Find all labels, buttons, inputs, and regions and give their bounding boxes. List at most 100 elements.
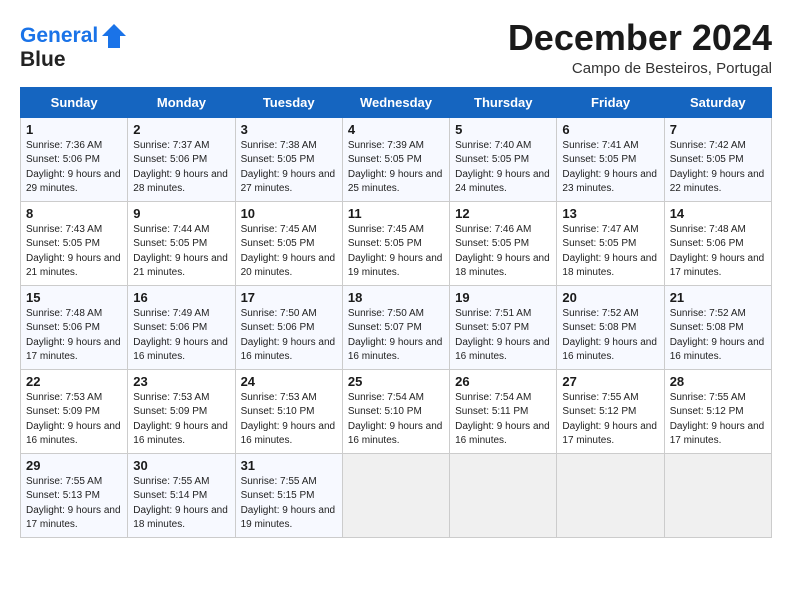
day-info: Sunrise: 7:50 AM Sunset: 5:06 PM Dayligh…	[241, 307, 337, 365]
calendar-cell: 21 Sunrise: 7:52 AM Sunset: 5:08 PM Dayl…	[664, 285, 771, 369]
calendar-cell: 27 Sunrise: 7:55 AM Sunset: 5:12 PM Dayl…	[557, 369, 664, 453]
day-info: Sunrise: 7:55 AM Sunset: 5:12 PM Dayligh…	[670, 391, 766, 449]
calendar-cell: 19 Sunrise: 7:51 AM Sunset: 5:07 PM Dayl…	[450, 285, 557, 369]
day-info: Sunrise: 7:55 AM Sunset: 5:12 PM Dayligh…	[562, 391, 658, 449]
day-info: Sunrise: 7:43 AM Sunset: 5:05 PM Dayligh…	[26, 223, 122, 281]
calendar-cell	[342, 453, 449, 537]
day-number: 12	[455, 206, 551, 221]
header-monday: Monday	[128, 87, 235, 117]
day-number: 28	[670, 374, 766, 389]
day-info: Sunrise: 7:42 AM Sunset: 5:05 PM Dayligh…	[670, 139, 766, 197]
day-number: 26	[455, 374, 551, 389]
day-info: Sunrise: 7:52 AM Sunset: 5:08 PM Dayligh…	[562, 307, 658, 365]
day-info: Sunrise: 7:46 AM Sunset: 5:05 PM Dayligh…	[455, 223, 551, 281]
day-info: Sunrise: 7:48 AM Sunset: 5:06 PM Dayligh…	[26, 307, 122, 365]
day-info: Sunrise: 7:40 AM Sunset: 5:05 PM Dayligh…	[455, 139, 551, 197]
calendar-cell: 10 Sunrise: 7:45 AM Sunset: 5:05 PM Dayl…	[235, 201, 342, 285]
day-number: 11	[348, 206, 444, 221]
day-info: Sunrise: 7:54 AM Sunset: 5:10 PM Dayligh…	[348, 391, 444, 449]
day-number: 27	[562, 374, 658, 389]
month-title: December 2024	[508, 18, 772, 58]
logo-general: General	[20, 24, 98, 47]
day-info: Sunrise: 7:41 AM Sunset: 5:05 PM Dayligh…	[562, 139, 658, 197]
day-number: 20	[562, 290, 658, 305]
calendar-cell: 20 Sunrise: 7:52 AM Sunset: 5:08 PM Dayl…	[557, 285, 664, 369]
title-block: December 2024 Campo de Besteiros, Portug…	[508, 18, 772, 77]
calendar-cell: 17 Sunrise: 7:50 AM Sunset: 5:06 PM Dayl…	[235, 285, 342, 369]
day-number: 16	[133, 290, 229, 305]
calendar-week-2: 8 Sunrise: 7:43 AM Sunset: 5:05 PM Dayli…	[21, 201, 772, 285]
day-number: 23	[133, 374, 229, 389]
calendar-cell: 16 Sunrise: 7:49 AM Sunset: 5:06 PM Dayl…	[128, 285, 235, 369]
day-info: Sunrise: 7:50 AM Sunset: 5:07 PM Dayligh…	[348, 307, 444, 365]
day-number: 21	[670, 290, 766, 305]
calendar-cell	[557, 453, 664, 537]
calendar-cell: 22 Sunrise: 7:53 AM Sunset: 5:09 PM Dayl…	[21, 369, 128, 453]
day-number: 2	[133, 122, 229, 137]
calendar-week-1: 1 Sunrise: 7:36 AM Sunset: 5:06 PM Dayli…	[21, 117, 772, 201]
weekday-header-row: Sunday Monday Tuesday Wednesday Thursday…	[21, 87, 772, 117]
calendar-cell: 4 Sunrise: 7:39 AM Sunset: 5:05 PM Dayli…	[342, 117, 449, 201]
calendar-cell: 15 Sunrise: 7:48 AM Sunset: 5:06 PM Dayl…	[21, 285, 128, 369]
day-info: Sunrise: 7:45 AM Sunset: 5:05 PM Dayligh…	[348, 223, 444, 281]
day-info: Sunrise: 7:54 AM Sunset: 5:11 PM Dayligh…	[455, 391, 551, 449]
calendar-cell: 14 Sunrise: 7:48 AM Sunset: 5:06 PM Dayl…	[664, 201, 771, 285]
day-info: Sunrise: 7:47 AM Sunset: 5:05 PM Dayligh…	[562, 223, 658, 281]
calendar-cell: 3 Sunrise: 7:38 AM Sunset: 5:05 PM Dayli…	[235, 117, 342, 201]
calendar-cell: 29 Sunrise: 7:55 AM Sunset: 5:13 PM Dayl…	[21, 453, 128, 537]
calendar-cell: 24 Sunrise: 7:53 AM Sunset: 5:10 PM Dayl…	[235, 369, 342, 453]
day-number: 30	[133, 458, 229, 473]
day-number: 9	[133, 206, 229, 221]
calendar-table: Sunday Monday Tuesday Wednesday Thursday…	[20, 87, 772, 538]
calendar-cell: 28 Sunrise: 7:55 AM Sunset: 5:12 PM Dayl…	[664, 369, 771, 453]
calendar-week-5: 29 Sunrise: 7:55 AM Sunset: 5:13 PM Dayl…	[21, 453, 772, 537]
day-info: Sunrise: 7:48 AM Sunset: 5:06 PM Dayligh…	[670, 223, 766, 281]
calendar-cell: 5 Sunrise: 7:40 AM Sunset: 5:05 PM Dayli…	[450, 117, 557, 201]
day-number: 17	[241, 290, 337, 305]
day-number: 7	[670, 122, 766, 137]
day-info: Sunrise: 7:49 AM Sunset: 5:06 PM Dayligh…	[133, 307, 229, 365]
header: General Blue December 2024 Campo de Best…	[20, 18, 772, 77]
day-info: Sunrise: 7:39 AM Sunset: 5:05 PM Dayligh…	[348, 139, 444, 197]
day-number: 8	[26, 206, 122, 221]
calendar-cell: 30 Sunrise: 7:55 AM Sunset: 5:14 PM Dayl…	[128, 453, 235, 537]
day-number: 3	[241, 122, 337, 137]
day-info: Sunrise: 7:53 AM Sunset: 5:09 PM Dayligh…	[133, 391, 229, 449]
day-info: Sunrise: 7:53 AM Sunset: 5:10 PM Dayligh…	[241, 391, 337, 449]
day-info: Sunrise: 7:51 AM Sunset: 5:07 PM Dayligh…	[455, 307, 551, 365]
day-info: Sunrise: 7:53 AM Sunset: 5:09 PM Dayligh…	[26, 391, 122, 449]
calendar-cell: 2 Sunrise: 7:37 AM Sunset: 5:06 PM Dayli…	[128, 117, 235, 201]
calendar-cell: 8 Sunrise: 7:43 AM Sunset: 5:05 PM Dayli…	[21, 201, 128, 285]
calendar-cell: 31 Sunrise: 7:55 AM Sunset: 5:15 PM Dayl…	[235, 453, 342, 537]
calendar-cell: 18 Sunrise: 7:50 AM Sunset: 5:07 PM Dayl…	[342, 285, 449, 369]
day-info: Sunrise: 7:55 AM Sunset: 5:14 PM Dayligh…	[133, 475, 229, 533]
header-sunday: Sunday	[21, 87, 128, 117]
day-info: Sunrise: 7:55 AM Sunset: 5:15 PM Dayligh…	[241, 475, 337, 533]
calendar-cell: 23 Sunrise: 7:53 AM Sunset: 5:09 PM Dayl…	[128, 369, 235, 453]
header-thursday: Thursday	[450, 87, 557, 117]
day-info: Sunrise: 7:36 AM Sunset: 5:06 PM Dayligh…	[26, 139, 122, 197]
header-tuesday: Tuesday	[235, 87, 342, 117]
calendar-cell: 25 Sunrise: 7:54 AM Sunset: 5:10 PM Dayl…	[342, 369, 449, 453]
calendar-cell: 11 Sunrise: 7:45 AM Sunset: 5:05 PM Dayl…	[342, 201, 449, 285]
day-number: 14	[670, 206, 766, 221]
calendar-cell: 13 Sunrise: 7:47 AM Sunset: 5:05 PM Dayl…	[557, 201, 664, 285]
day-number: 15	[26, 290, 122, 305]
logo: General Blue	[20, 22, 128, 71]
day-number: 24	[241, 374, 337, 389]
logo-blue: Blue	[20, 48, 128, 71]
calendar-cell: 6 Sunrise: 7:41 AM Sunset: 5:05 PM Dayli…	[557, 117, 664, 201]
day-number: 18	[348, 290, 444, 305]
day-number: 6	[562, 122, 658, 137]
day-number: 25	[348, 374, 444, 389]
calendar-cell	[450, 453, 557, 537]
day-info: Sunrise: 7:38 AM Sunset: 5:05 PM Dayligh…	[241, 139, 337, 197]
calendar-cell: 7 Sunrise: 7:42 AM Sunset: 5:05 PM Dayli…	[664, 117, 771, 201]
day-number: 10	[241, 206, 337, 221]
calendar-cell: 26 Sunrise: 7:54 AM Sunset: 5:11 PM Dayl…	[450, 369, 557, 453]
calendar-cell: 9 Sunrise: 7:44 AM Sunset: 5:05 PM Dayli…	[128, 201, 235, 285]
day-number: 4	[348, 122, 444, 137]
day-info: Sunrise: 7:55 AM Sunset: 5:13 PM Dayligh…	[26, 475, 122, 533]
header-saturday: Saturday	[664, 87, 771, 117]
day-info: Sunrise: 7:52 AM Sunset: 5:08 PM Dayligh…	[670, 307, 766, 365]
